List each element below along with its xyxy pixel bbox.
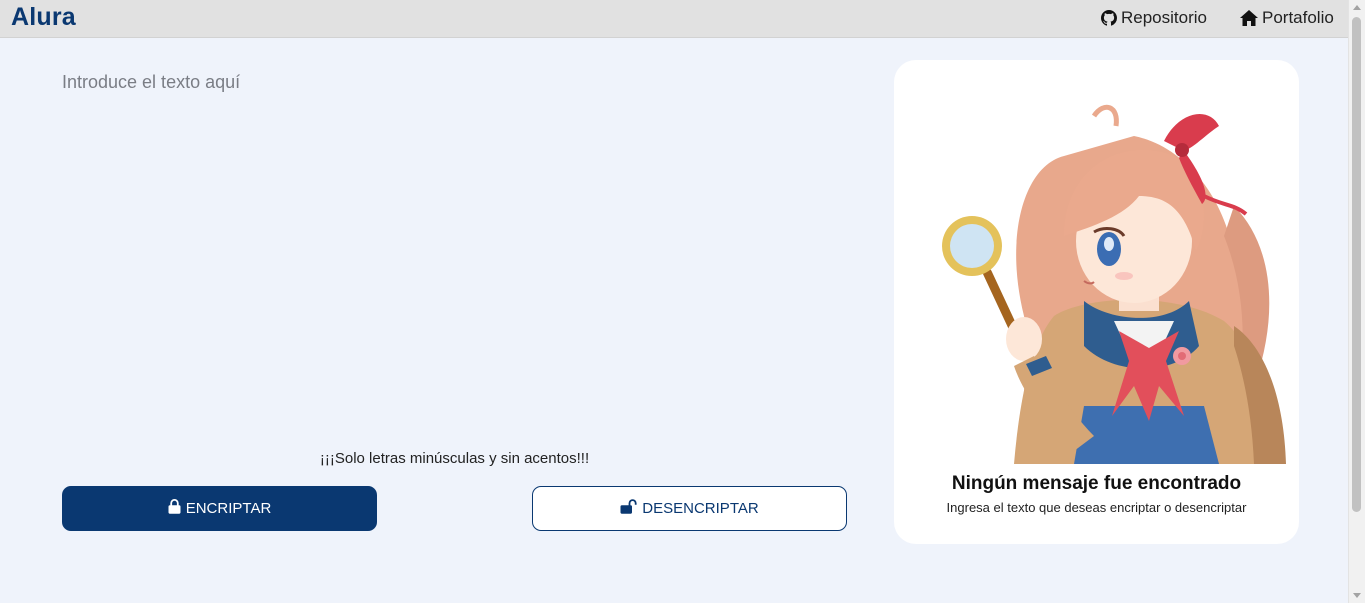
unlock-icon <box>620 499 637 518</box>
top-navbar: Alura Repositorio Portafolio <box>0 0 1349 38</box>
github-icon <box>1101 10 1117 26</box>
nav-portafolio-label: Portafolio <box>1262 8 1334 27</box>
scroll-up-arrow-icon[interactable] <box>1353 5 1361 10</box>
message-input[interactable] <box>62 72 852 432</box>
detective-girl-illustration <box>942 104 1286 464</box>
input-warning: ¡¡¡Solo letras minúsculas y sin acentos!… <box>319 450 590 467</box>
page-scrollbar[interactable] <box>1348 0 1365 603</box>
scroll-thumb[interactable] <box>1352 17 1361 512</box>
decrypt-label: DESENCRIPTAR <box>642 500 759 517</box>
encrypt-label: ENCRIPTAR <box>185 500 272 517</box>
nav-repositorio-label: Repositorio <box>1121 8 1207 27</box>
result-title: Ningún mensaje fue encontrado <box>951 473 1242 494</box>
result-card: Ningún mensaje fue encontrado Ingresa el… <box>894 60 1299 544</box>
decrypt-button[interactable]: DESENCRIPTAR <box>532 486 847 531</box>
nav-portafolio-link[interactable]: Portafolio <box>1240 8 1334 28</box>
lock-icon <box>168 499 181 518</box>
result-subtitle: Ingresa el texto que deseas encriptar o … <box>946 500 1247 515</box>
scroll-down-arrow-icon[interactable] <box>1353 593 1361 598</box>
alura-logo[interactable]: Alura <box>11 3 76 32</box>
encrypt-button[interactable]: ENCRIPTAR <box>62 486 377 531</box>
nav-repositorio-link[interactable]: Repositorio <box>1101 8 1207 28</box>
home-icon <box>1240 10 1258 26</box>
